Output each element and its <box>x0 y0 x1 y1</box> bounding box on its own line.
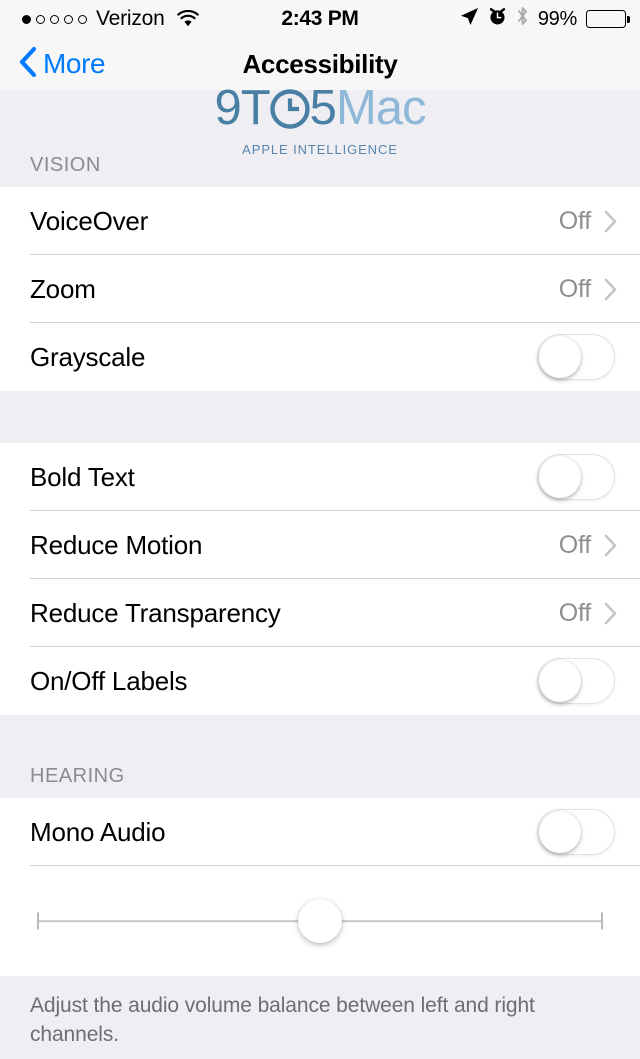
row-label: On/Off Labels <box>30 666 537 697</box>
status-bar-right: 99% <box>460 6 626 32</box>
row-label: Reduce Motion <box>30 530 559 561</box>
row-zoom[interactable]: Zoom Off <box>0 255 640 323</box>
slider-thumb[interactable] <box>298 899 342 943</box>
battery-icon <box>586 10 626 28</box>
audio-balance-slider[interactable] <box>37 901 603 941</box>
mono-audio-toggle[interactable] <box>537 809 615 855</box>
row-value: Off <box>559 531 591 560</box>
status-bar: Verizon 2:43 PM <box>0 0 640 38</box>
row-bold-text[interactable]: Bold Text <box>0 443 640 511</box>
chevron-right-icon <box>603 533 618 558</box>
row-value: Off <box>559 599 591 628</box>
navigation-bar: More Accessibility <box>0 38 640 90</box>
location-arrow-icon <box>460 7 479 32</box>
slider-right-cap <box>601 913 603 930</box>
section-rows-hearing: Mono Audio <box>0 798 640 976</box>
section-rows-vision: VoiceOver Off Zoom Off Grayscale <box>0 187 640 391</box>
row-mono-audio[interactable]: Mono Audio <box>0 798 640 866</box>
footer-text: Adjust the audio volume balance between … <box>30 992 602 1050</box>
grayscale-toggle[interactable] <box>537 334 615 380</box>
section-header-label: VISION <box>30 154 101 177</box>
row-label: Grayscale <box>30 342 537 373</box>
battery-percent-label: 99% <box>538 8 577 31</box>
row-reduce-transparency[interactable]: Reduce Transparency Off <box>0 579 640 647</box>
chevron-right-icon <box>603 277 618 302</box>
section-gap <box>0 391 640 443</box>
row-label: VoiceOver <box>30 206 559 237</box>
row-label: Zoom <box>30 274 559 305</box>
row-label: Reduce Transparency <box>30 598 559 629</box>
row-value: Off <box>559 275 591 304</box>
row-on-off-labels[interactable]: On/Off Labels <box>0 647 640 715</box>
row-label: Mono Audio <box>30 817 537 848</box>
section-header-vision: VISION <box>0 90 640 187</box>
section-footer-hearing: Adjust the audio volume balance between … <box>0 976 640 1059</box>
chevron-right-icon <box>603 601 618 626</box>
slider-left-cap <box>37 913 39 930</box>
bluetooth-icon <box>516 6 529 32</box>
section-header-label: HEARING <box>30 765 125 788</box>
alarm-clock-icon <box>488 6 507 32</box>
row-value: Off <box>559 207 591 236</box>
section-rows-display: Bold Text Reduce Motion Off Reduce Trans… <box>0 443 640 715</box>
row-voiceover[interactable]: VoiceOver Off <box>0 187 640 255</box>
row-label: Bold Text <box>30 462 537 493</box>
bold-text-toggle[interactable] <box>537 454 615 500</box>
on-off-labels-toggle[interactable] <box>537 658 615 704</box>
row-audio-balance[interactable] <box>0 866 640 976</box>
row-reduce-motion[interactable]: Reduce Motion Off <box>0 511 640 579</box>
settings-list[interactable]: VISION VoiceOver Off Zoom Off Gra <box>0 90 640 1059</box>
page-title: Accessibility <box>0 49 640 80</box>
iphone-screen: Verizon 2:43 PM <box>0 0 640 1059</box>
row-grayscale[interactable]: Grayscale <box>0 323 640 391</box>
section-header-hearing: HEARING <box>0 715 640 798</box>
chevron-right-icon <box>603 209 618 234</box>
